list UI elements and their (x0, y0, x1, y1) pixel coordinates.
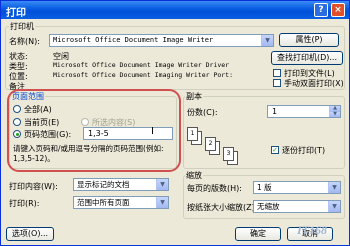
print-what-label: 打印内容(W): (9, 182, 58, 191)
copies-count-input[interactable]: 1 ▲ ▼ (267, 105, 341, 118)
properties-button[interactable]: 属性(P) (279, 33, 339, 47)
copies-group-label: 副本 (185, 91, 203, 102)
print-what-select[interactable]: 显示标记的文档 ▼ (73, 178, 169, 191)
location-value: Microsoft Office Document Imaging Writer… (53, 71, 234, 79)
scale-select[interactable]: 无缩放 ▼ (253, 200, 341, 213)
print-label: 打印(R): (9, 199, 40, 208)
print-select[interactable]: 范围中所有页面 ▼ (73, 196, 169, 209)
manual-duplex-checkbox[interactable] (273, 79, 281, 87)
chevron-down-icon: ▼ (156, 197, 168, 208)
spin-down-icon[interactable]: ▼ (329, 111, 340, 117)
collate-checkbox[interactable]: ✓ (271, 146, 279, 154)
ok-button[interactable]: 确定 (235, 227, 281, 241)
pages-per-sheet-value: 1 版 (257, 183, 272, 192)
options-button[interactable]: 选项(O)... (6, 227, 54, 241)
pages-per-sheet-select[interactable]: 1 版 ▼ (253, 181, 341, 194)
chevron-down-icon: ▼ (261, 35, 273, 46)
scale-label: 按纸张大小缩放(Z): (187, 203, 258, 212)
print-what-value: 显示标记的文档 (77, 180, 130, 189)
collate-illustration-icon: 1 1 2 2 3 3 (187, 127, 257, 167)
print-value: 范围中所有页面 (77, 198, 130, 207)
type-value: Microsoft Office Document Image Writer D… (53, 61, 230, 69)
highlight-annotation (7, 89, 181, 172)
chevron-down-icon: ▼ (156, 179, 168, 190)
chevron-down-icon: ▼ (328, 182, 340, 193)
printer-name-label: 名称(N): (9, 37, 40, 46)
printer-name-value: Microsoft Office Document Image Writer (53, 36, 214, 44)
pages-per-sheet-label: 每页的版数(H): (187, 184, 242, 193)
print-dialog: 打印 ? × 打印机 名称(N): Microsoft Office Docum… (0, 0, 350, 246)
scale-value: 无缩放 (257, 202, 280, 211)
watermark-logo: IT168 (297, 223, 327, 237)
close-button[interactable]: × (331, 3, 345, 17)
chevron-down-icon: ▼ (328, 201, 340, 212)
copies-count-value: 1 (272, 107, 278, 116)
copies-count-label: 份数(C): (187, 108, 218, 117)
printer-group-label: 打印机 (9, 21, 35, 32)
find-printer-button[interactable]: 查找打印机(D)... (271, 51, 343, 65)
printer-name-select[interactable]: Microsoft Office Document Image Writer ▼ (49, 34, 274, 47)
manual-duplex-label: 手动双面打印(X) (284, 79, 344, 88)
print-to-file-checkbox[interactable] (273, 69, 281, 77)
window-title: 打印 (6, 8, 26, 19)
title-bar: 打印 ? × (1, 1, 349, 19)
zoom-group-label: 缩放 (185, 170, 203, 181)
help-button[interactable]: ? (314, 3, 328, 17)
collate-label: 逐份打印(T) (282, 146, 326, 155)
